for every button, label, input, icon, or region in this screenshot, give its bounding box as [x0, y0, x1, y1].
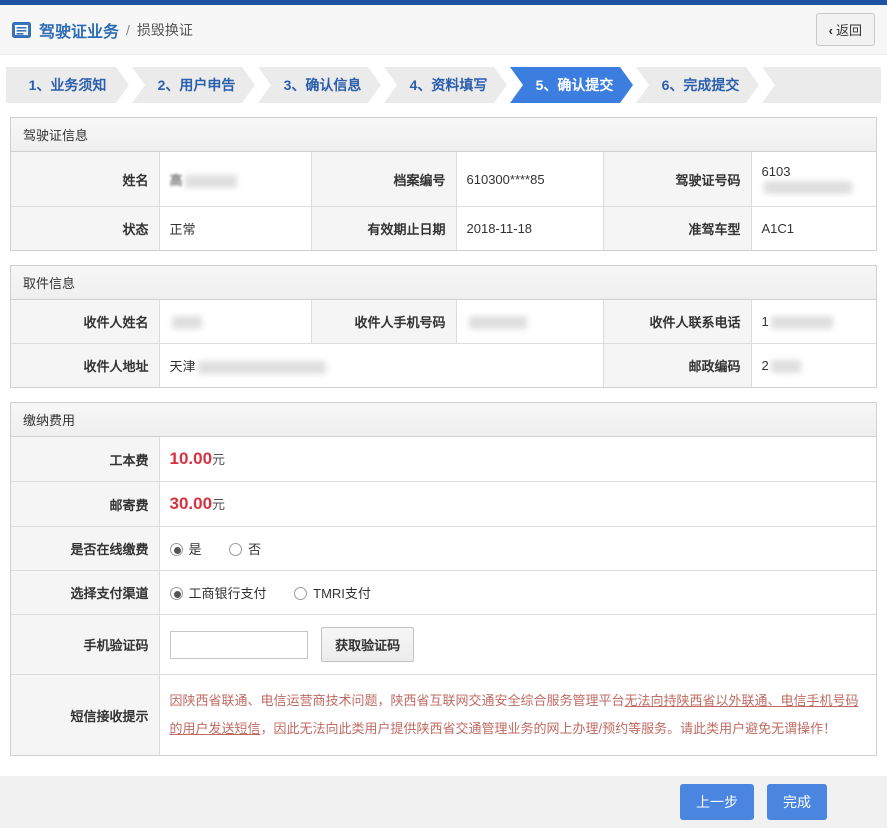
pickup-info-table: 收件人姓名 收件人手机号码 收件人联系电话 1 收件人地址 天津 邮政编码 2 — [11, 300, 876, 388]
table-row: 手机验证码 获取验证码 — [11, 614, 876, 676]
redacted-value — [468, 316, 527, 330]
table-row: 收件人地址 天津 邮政编码 2 — [11, 343, 876, 388]
previous-step-button[interactable]: 上一步 — [680, 783, 754, 820]
vehicle-type-label: 准驾车型 — [602, 206, 752, 251]
recipient-name-value — [158, 300, 312, 345]
name-label: 姓名 — [11, 152, 160, 208]
back-button[interactable]: ‹ 返回 — [815, 13, 875, 46]
license-business-icon — [12, 21, 31, 38]
step-5-confirm-submit[interactable]: 5、确认提交 — [510, 67, 633, 103]
name-value: 高 — [158, 152, 312, 208]
table-row: 短信接收提示 因陕西省联通、电信运营商技术问题，陕西省互联网交通安全综合服务管理… — [11, 674, 876, 755]
fee-unit: 元 — [212, 497, 226, 513]
fee-unit: 元 — [212, 452, 226, 468]
expiry-label: 有效期止日期 — [310, 206, 457, 251]
table-row: 邮寄费 30.00元 — [11, 481, 876, 528]
recipient-phone-value: 1 — [750, 300, 876, 345]
step-6-complete-submit[interactable]: 6、完成提交 — [636, 67, 759, 103]
recipient-address-label: 收件人地址 — [11, 343, 160, 388]
radio-checked-icon — [169, 543, 183, 557]
payment-channel-options: 工商银行支付 TMRI支付 — [158, 570, 876, 616]
step-2-user-declaration[interactable]: 2、用户申告 — [132, 67, 255, 103]
radio-unchecked-icon — [294, 587, 308, 601]
pickup-info-title: 取件信息 — [11, 266, 876, 301]
chevron-left-icon: ‹ — [828, 23, 833, 38]
get-code-button[interactable]: 获取验证码 — [321, 627, 415, 663]
sms-code-label: 手机验证码 — [11, 614, 160, 676]
postage-fee-value: 30.00元 — [158, 481, 876, 528]
table-row: 工本费 10.00元 — [11, 437, 876, 483]
license-info-title: 驾驶证信息 — [11, 118, 876, 152]
production-fee-amount: 10.00 — [169, 449, 213, 469]
expiry-value: 2018-11-18 — [455, 206, 604, 251]
recipient-mobile-value — [455, 300, 604, 345]
step-4-fill-materials[interactable]: 4、资料填写 — [384, 67, 507, 103]
redacted-value — [171, 316, 202, 330]
pickup-info-section: 取件信息 收件人姓名 收件人手机号码 收件人联系电话 1 收件人地址 天津 邮政… — [10, 265, 877, 389]
table-row: 收件人姓名 收件人手机号码 收件人联系电话 1 — [11, 300, 876, 345]
recipient-phone-label: 收件人联系电话 — [602, 300, 752, 345]
breadcrumb-separator: / — [126, 21, 130, 38]
file-no-label: 档案编号 — [310, 152, 457, 208]
redacted-value — [763, 181, 852, 195]
postal-code-label: 邮政编码 — [602, 343, 752, 388]
table-row: 姓名 高 档案编号 610300****85 驾驶证号码 6103 — [11, 152, 876, 208]
breadcrumb-current: 损毁换证 — [136, 21, 193, 38]
table-row: 状态 正常 有效期止日期 2018-11-18 准驾车型 A1C1 — [11, 206, 876, 251]
sms-code-input[interactable] — [169, 630, 308, 659]
sms-notice-text: 因陕西省联通、电信运营商技术问题，陕西省互联网交通安全综合服务管理平台无法向持陕… — [158, 674, 876, 755]
footer-action-bar: 上一步 完成 — [0, 775, 887, 828]
radio-channel-icbc[interactable]: 工商银行支付 — [169, 586, 267, 601]
redacted-value — [184, 174, 237, 188]
sms-code-row: 获取验证码 — [158, 614, 876, 676]
radio-online-no[interactable]: 否 — [229, 542, 261, 557]
step-bar-filler — [762, 67, 881, 103]
radio-unchecked-icon — [229, 543, 243, 557]
license-no-label: 驾驶证号码 — [602, 152, 752, 208]
redacted-value — [770, 360, 801, 374]
online-payment-label: 是否在线缴费 — [11, 526, 160, 572]
table-row: 是否在线缴费 是 否 — [11, 526, 876, 572]
redacted-value — [770, 316, 833, 330]
status-label: 状态 — [11, 206, 160, 251]
header: 驾驶证业务 / 损毁换证 ‹ 返回 — [0, 5, 887, 55]
table-row: 选择支付渠道 工商银行支付 TMRI支付 — [11, 570, 876, 616]
step-wizard: 1、业务须知 2、用户申告 3、确认信息 4、资料填写 5、确认提交 6、完成提… — [6, 67, 881, 103]
step-1-business-notice[interactable]: 1、业务须知 — [6, 67, 129, 103]
step-3-confirm-info[interactable]: 3、确认信息 — [258, 67, 381, 103]
file-no-value: 610300****85 — [455, 152, 604, 208]
production-fee-value: 10.00元 — [158, 437, 876, 483]
finish-button[interactable]: 完成 — [767, 783, 827, 820]
payment-title: 缴纳费用 — [11, 403, 876, 438]
recipient-mobile-label: 收件人手机号码 — [310, 300, 457, 345]
license-info-section: 驾驶证信息 姓名 高 档案编号 610300****85 驾驶证号码 6103 … — [10, 117, 877, 252]
postal-code-value: 2 — [750, 343, 876, 388]
sms-notice-label: 短信接收提示 — [11, 674, 160, 755]
online-payment-options: 是 否 — [158, 526, 876, 572]
back-button-label: 返回 — [835, 23, 862, 38]
recipient-address-value: 天津 — [158, 343, 604, 388]
license-info-table: 姓名 高 档案编号 610300****85 驾驶证号码 6103 状态 正常 … — [11, 152, 876, 251]
payment-table: 工本费 10.00元 邮寄费 30.00元 是否在线缴费 是 否 选择支付渠道 … — [11, 437, 876, 755]
recipient-name-label: 收件人姓名 — [11, 300, 160, 345]
payment-section: 缴纳费用 工本费 10.00元 邮寄费 30.00元 是否在线缴费 是 否 选择… — [10, 402, 877, 756]
page-title: 驾驶证业务 — [39, 23, 120, 41]
redacted-value — [197, 361, 326, 375]
radio-channel-tmri[interactable]: TMRI支付 — [294, 586, 371, 601]
license-no-value: 6103 — [750, 152, 876, 208]
radio-online-yes[interactable]: 是 — [169, 542, 202, 557]
postage-fee-amount: 30.00 — [169, 494, 213, 514]
radio-checked-icon — [169, 587, 183, 601]
vehicle-type-value: A1C1 — [750, 206, 876, 251]
status-value: 正常 — [158, 206, 312, 251]
postage-fee-label: 邮寄费 — [11, 481, 160, 528]
payment-channel-label: 选择支付渠道 — [11, 570, 160, 616]
production-fee-label: 工本费 — [11, 437, 160, 483]
